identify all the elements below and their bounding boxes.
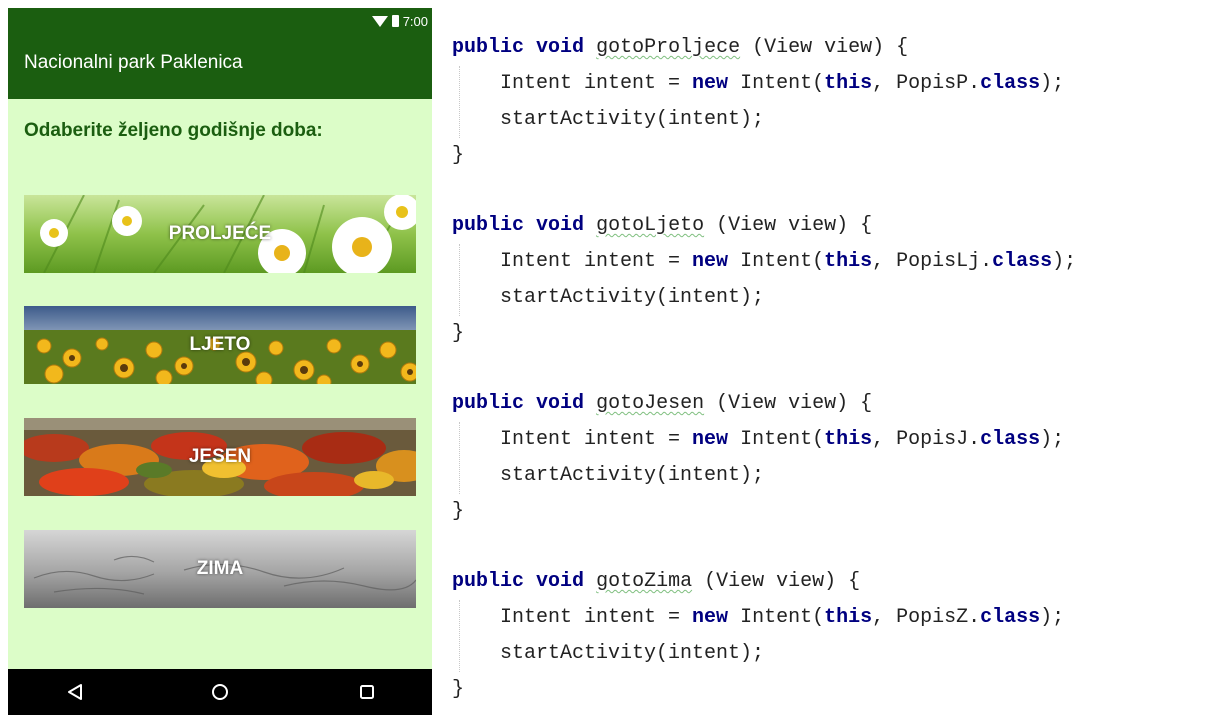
summer-button[interactable]: LJETO	[24, 306, 416, 384]
recents-icon	[360, 685, 374, 699]
start-activity-line: startActivity(intent);	[500, 464, 765, 487]
back-button[interactable]	[60, 677, 90, 707]
indent-guide	[459, 600, 460, 672]
indent-guide	[459, 422, 460, 494]
season-label: LJETO	[189, 334, 251, 355]
closing-brace: }	[452, 500, 465, 523]
indent-guide	[459, 66, 460, 138]
status-icons: 7:00	[371, 13, 428, 29]
season-label: ZIMA	[196, 558, 244, 579]
battery-icon	[391, 15, 399, 27]
closing-brace: }	[452, 144, 465, 167]
method-name: gotoZima	[596, 570, 693, 593]
autumn-button[interactable]: JESEN	[24, 418, 416, 496]
app-bar: Nacionalni park Paklenica	[8, 34, 432, 99]
status-time: 7:00	[402, 13, 428, 29]
indent-guide	[459, 244, 460, 316]
method-signature: public void gotoJesen (View view) {	[452, 392, 873, 415]
intent-line: Intent intent = new Intent(this, PopisJ.…	[500, 428, 1065, 451]
recents-button[interactable]	[352, 677, 382, 707]
intent-line: Intent intent = new Intent(this, PopisLj…	[500, 250, 1077, 273]
method-block: public void gotoZima (View view) { Inten…	[452, 564, 1222, 708]
start-activity-line: startActivity(intent);	[500, 642, 765, 665]
wifi-icon	[371, 15, 388, 27]
method-signature: public void gotoProljece (View view) {	[452, 36, 909, 59]
method-name: gotoJesen	[596, 392, 705, 415]
status-bar: 7:00	[8, 8, 432, 34]
start-activity-line: startActivity(intent);	[500, 108, 765, 131]
closing-brace: }	[452, 322, 465, 345]
phone-screen: 7:00 Nacionalni park Paklenica Odaberite…	[8, 8, 432, 715]
app-title: Nacionalni park Paklenica	[24, 52, 243, 73]
home-icon	[212, 684, 228, 700]
intent-line: Intent intent = new Intent(this, PopisZ.…	[500, 606, 1065, 629]
method-block: public void gotoJesen (View view) { Inte…	[452, 386, 1222, 530]
season-prompt: Odaberite željeno godišnje doba:	[24, 120, 323, 141]
method-block: public void gotoLjeto (View view) { Inte…	[452, 208, 1222, 352]
back-icon	[68, 684, 82, 700]
method-block: public void gotoProljece (View view) { I…	[452, 30, 1222, 174]
home-button[interactable]	[205, 677, 235, 707]
method-signature: public void gotoZima (View view) {	[452, 570, 861, 593]
navigation-bar	[8, 669, 432, 715]
closing-brace: }	[452, 678, 465, 701]
winter-button[interactable]: ZIMA	[24, 530, 416, 608]
intent-line: Intent intent = new Intent(this, PopisP.…	[500, 72, 1065, 95]
start-activity-line: startActivity(intent);	[500, 286, 765, 309]
spring-button[interactable]: PROLJEĆE	[24, 195, 416, 273]
method-name: gotoProljece	[596, 36, 741, 59]
season-label: JESEN	[188, 446, 252, 467]
method-name: gotoLjeto	[596, 214, 705, 237]
season-label: PROLJEĆE	[168, 223, 272, 244]
method-signature: public void gotoLjeto (View view) {	[452, 214, 873, 237]
code-editor: public void gotoProljece (View view) { I…	[452, 30, 1222, 715]
